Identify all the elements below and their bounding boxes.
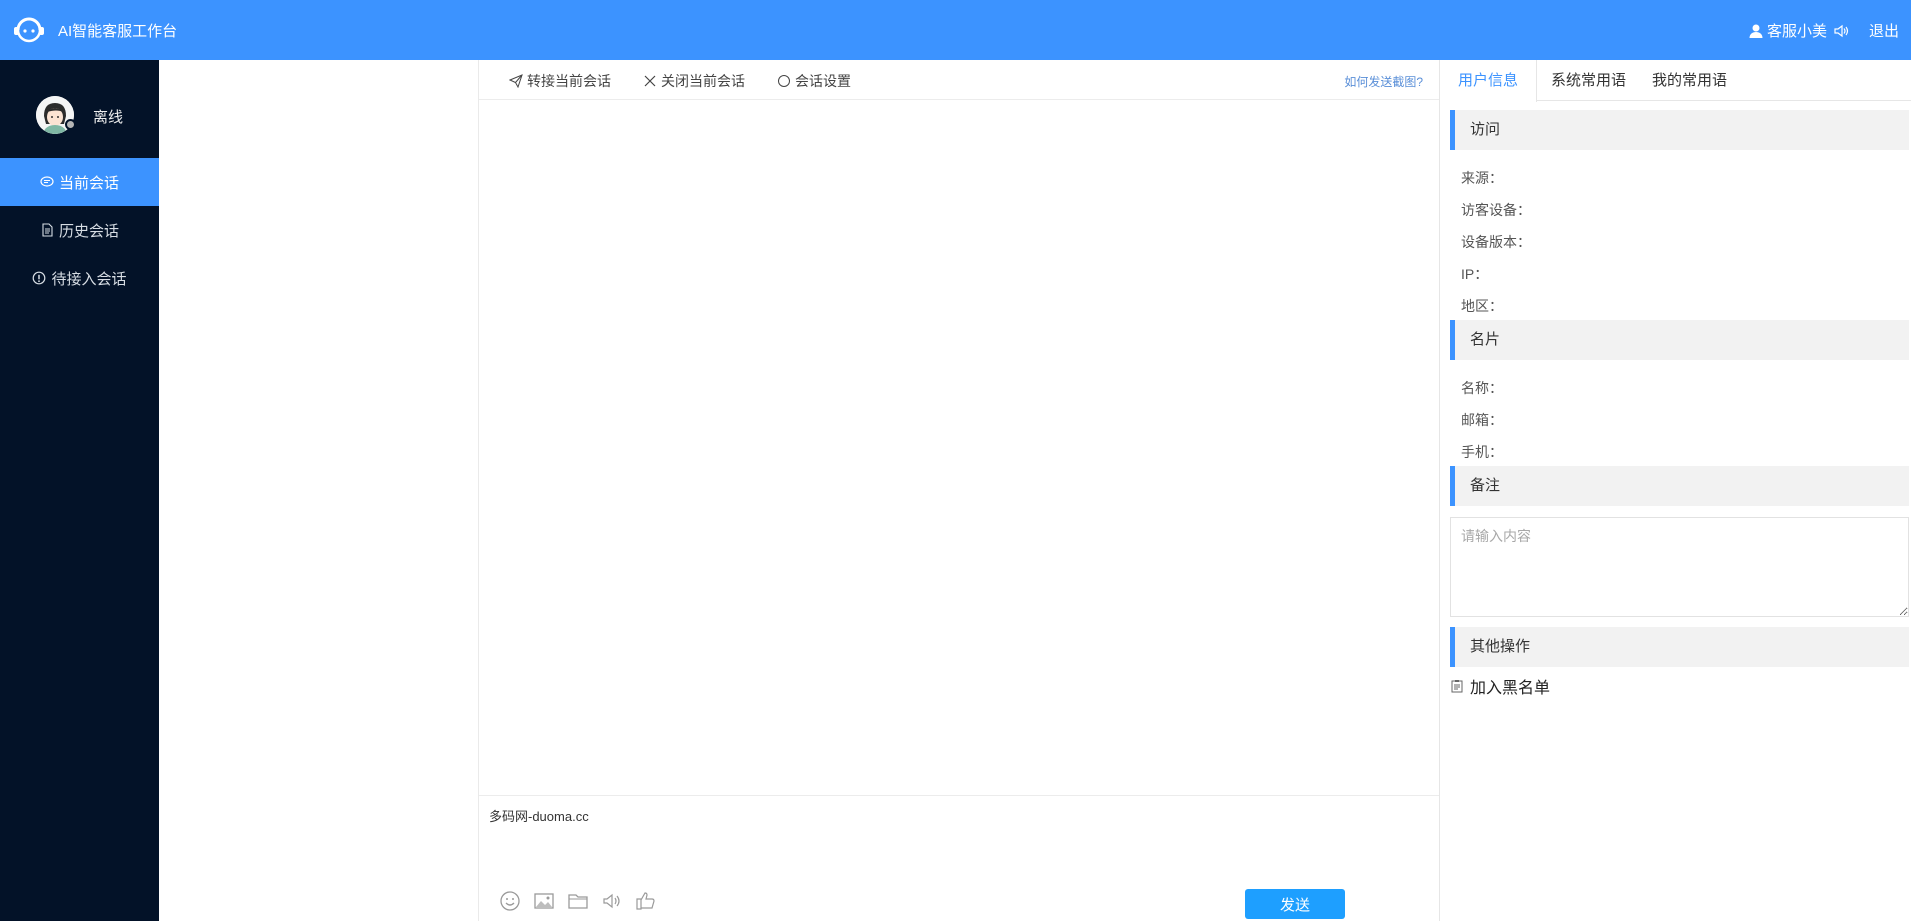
field-phone: 手机： (1461, 444, 1503, 460)
send-button[interactable]: 发送 (1245, 889, 1345, 919)
info-icon (33, 271, 46, 285)
field-region: 地区： (1461, 298, 1503, 314)
agent-name[interactable]: 客服小美 (1767, 20, 1827, 41)
chat-panel: 转接当前会话 关闭当前会话 会话设置 如何发送截图? 多码网-duoma.cc (479, 60, 1439, 921)
chat-settings-label: 会话设置 (795, 73, 851, 89)
section-card: 名片 (1450, 320, 1909, 360)
right-tabs: 用户信息 系统常用语 我的常用语 (1440, 60, 1911, 102)
field-ip: IP： (1461, 266, 1489, 282)
document-icon (42, 223, 53, 237)
transfer-chat-label: 转接当前会话 (527, 73, 611, 89)
sidebar-item-label: 当前会话 (58, 174, 119, 192)
sidebar-item-history[interactable]: 历史会话 (0, 206, 159, 254)
thumbs-up-icon[interactable] (635, 890, 657, 912)
chat-settings-button[interactable]: 会话设置 (777, 71, 851, 91)
close-chat-button[interactable]: 关闭当前会话 (643, 71, 745, 91)
app-title: AI智能客服工作台 (58, 23, 178, 40)
tab-my-phrases[interactable]: 我的常用语 (1634, 60, 1745, 101)
sidebar-item-pending[interactable]: 待接入会话 (0, 254, 159, 302)
section-remark: 备注 (1450, 466, 1909, 506)
clipboard-icon (1451, 680, 1463, 693)
image-icon[interactable] (533, 890, 555, 912)
agent-status[interactable]: 离线 (93, 106, 123, 127)
sound-icon[interactable] (601, 890, 623, 912)
screenshot-help-link[interactable]: 如何发送截图? (1344, 73, 1423, 90)
user-icon (1749, 24, 1763, 38)
field-name: 名称： (1461, 380, 1503, 396)
field-device: 访客设备： (1461, 202, 1531, 218)
section-other: 其他操作 (1450, 627, 1909, 667)
sidebar: 离线 当前会话 历史会话 待接入会话 (0, 60, 159, 921)
section-visit: 访问 (1450, 110, 1909, 150)
sidebar-item-label: 待接入会话 (51, 270, 127, 288)
emoji-icon[interactable] (499, 890, 521, 912)
headset-logo-icon (14, 17, 44, 43)
tab-user-info[interactable]: 用户信息 (1440, 60, 1538, 102)
add-blacklist-button[interactable]: 加入黑名单 (1450, 674, 1550, 698)
agent-profile: 离线 (0, 60, 159, 158)
logout-link[interactable]: 退出 (1869, 20, 1899, 41)
field-device-version: 设备版本： (1461, 234, 1531, 250)
input-toolbar (499, 890, 669, 912)
close-chat-label: 关闭当前会话 (661, 73, 745, 89)
conversation-list[interactable] (159, 60, 479, 921)
user-info-panel: 用户信息 系统常用语 我的常用语 访问 来源： 访客设备： 设备版本： IP： … (1439, 60, 1911, 921)
user-area: 客服小美 退出 (1748, 20, 1899, 41)
field-email: 邮箱： (1461, 412, 1503, 428)
close-icon (644, 75, 656, 87)
status-dot (65, 119, 76, 130)
transfer-chat-button[interactable]: 转接当前会话 (509, 71, 611, 91)
sidebar-item-current-chat[interactable]: 当前会话 (0, 158, 159, 206)
folder-icon[interactable] (567, 890, 589, 912)
chat-icon (40, 176, 54, 187)
field-source: 来源： (1461, 170, 1503, 186)
sidebar-item-label: 历史会话 (58, 222, 119, 240)
chat-toolbar: 转接当前会话 关闭当前会话 会话设置 如何发送截图? (479, 60, 1439, 100)
message-input-text[interactable]: 多码网-duoma.cc (489, 806, 589, 825)
send-plane-icon (509, 74, 523, 88)
top-header: AI智能客服工作台 客服小美 退出 (0, 0, 1911, 60)
message-area[interactable] (479, 101, 1439, 795)
circle-icon (778, 75, 790, 87)
add-blacklist-label: 加入黑名单 (1470, 680, 1551, 697)
tab-system-phrases[interactable]: 系统常用语 (1533, 60, 1644, 101)
sound-icon[interactable] (1833, 23, 1849, 39)
remark-textarea[interactable] (1450, 517, 1909, 617)
